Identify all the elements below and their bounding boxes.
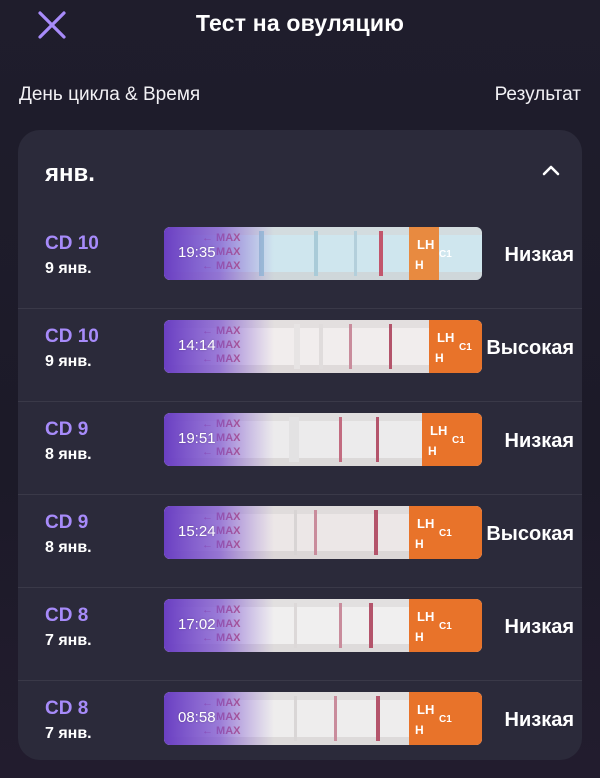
- page-title: Тест на овуляцию: [195, 10, 405, 36]
- test-time: 19:35: [178, 244, 216, 261]
- test-row[interactable]: CD 87 янв.LHC1H← MAX← MAX← MAX08:58Низка…: [18, 680, 582, 760]
- svg-text:H: H: [415, 537, 424, 551]
- test-date: 8 янв.: [45, 539, 92, 556]
- cycle-day-label: CD 8: [45, 605, 89, 626]
- svg-text:C1: C1: [439, 249, 452, 260]
- svg-text:LH: LH: [417, 702, 434, 717]
- result-label: Высокая: [486, 337, 574, 359]
- test-date: 7 янв.: [45, 725, 92, 742]
- test-strip-photo[interactable]: LHC1H← MAX← MAX← MAX19:51: [164, 413, 482, 466]
- cycle-day-label: CD 9: [45, 512, 89, 533]
- svg-text:LH: LH: [417, 516, 434, 531]
- test-time: 15:24: [178, 523, 216, 540]
- result-label: Высокая: [486, 523, 574, 545]
- test-time: 14:14: [178, 337, 216, 354]
- svg-text:H: H: [435, 351, 444, 365]
- svg-text:LH: LH: [437, 330, 454, 345]
- cycle-day-label: CD 10: [45, 326, 99, 347]
- test-time: 19:51: [178, 430, 216, 447]
- svg-text:C1: C1: [439, 528, 452, 539]
- svg-text:H: H: [415, 723, 424, 737]
- test-date: 9 янв.: [45, 353, 92, 370]
- month-label: янв.: [45, 160, 95, 187]
- test-strip-photo[interactable]: LHC1H← MAX← MAX← MAX08:58: [164, 692, 482, 745]
- test-row[interactable]: CD 109 янв.LHC1H← MAX← MAX← MAX19:35Низк…: [18, 216, 582, 308]
- results-card: янв. CD 109 янв.LHC1H← MAX← MAX← MAX19:3…: [18, 130, 582, 760]
- test-date: 9 янв.: [45, 260, 92, 277]
- svg-text:C1: C1: [439, 714, 452, 725]
- cycle-day-label: CD 9: [45, 419, 89, 440]
- svg-text:C1: C1: [459, 342, 472, 353]
- test-time: 08:58: [178, 709, 216, 726]
- svg-text:C1: C1: [439, 621, 452, 632]
- column-header-result: Результат: [494, 84, 581, 105]
- test-row[interactable]: CD 98 янв.LHC1H← MAX← MAX← MAX15:24Высок…: [18, 494, 582, 587]
- result-label: Низкая: [504, 430, 574, 452]
- test-strip-photo[interactable]: LHC1H← MAX← MAX← MAX17:02: [164, 599, 482, 652]
- cycle-day-label: CD 10: [45, 233, 99, 254]
- result-label: Низкая: [504, 616, 574, 638]
- svg-text:LH: LH: [417, 237, 434, 252]
- column-header-cycle-day: День цикла & Время: [19, 84, 201, 105]
- test-strip-photo[interactable]: LHC1H← MAX← MAX← MAX15:24: [164, 506, 482, 559]
- cycle-day-label: CD 8: [45, 698, 89, 719]
- test-strip-photo[interactable]: LHC1H← MAX← MAX← MAX19:35: [164, 227, 482, 280]
- chevron-up-icon[interactable]: [540, 160, 562, 182]
- test-date: 8 янв.: [45, 446, 92, 463]
- svg-text:H: H: [428, 444, 437, 458]
- test-list: CD 109 янв.LHC1H← MAX← MAX← MAX19:35Низк…: [18, 216, 582, 760]
- month-header[interactable]: янв.: [18, 130, 582, 216]
- test-row[interactable]: CD 98 янв.LHC1H← MAX← MAX← MAX19:51Низка…: [18, 401, 582, 494]
- result-label: Низкая: [504, 244, 574, 266]
- header: Тест на овуляцию: [0, 0, 600, 54]
- test-date: 7 янв.: [45, 632, 92, 649]
- result-label: Низкая: [504, 709, 574, 731]
- svg-text:LH: LH: [417, 609, 434, 624]
- svg-text:LH: LH: [430, 423, 447, 438]
- svg-text:H: H: [415, 258, 424, 272]
- test-time: 17:02: [178, 616, 216, 633]
- test-row[interactable]: CD 109 янв.LHC1H← MAX← MAX← MAX14:14Высо…: [18, 308, 582, 401]
- svg-text:C1: C1: [452, 435, 465, 446]
- test-row[interactable]: CD 87 янв.LHC1H← MAX← MAX← MAX17:02Низка…: [18, 587, 582, 680]
- test-strip-photo[interactable]: LHC1H← MAX← MAX← MAX14:14: [164, 320, 482, 373]
- column-headers: День цикла & Время Результат: [19, 84, 581, 110]
- svg-text:H: H: [415, 630, 424, 644]
